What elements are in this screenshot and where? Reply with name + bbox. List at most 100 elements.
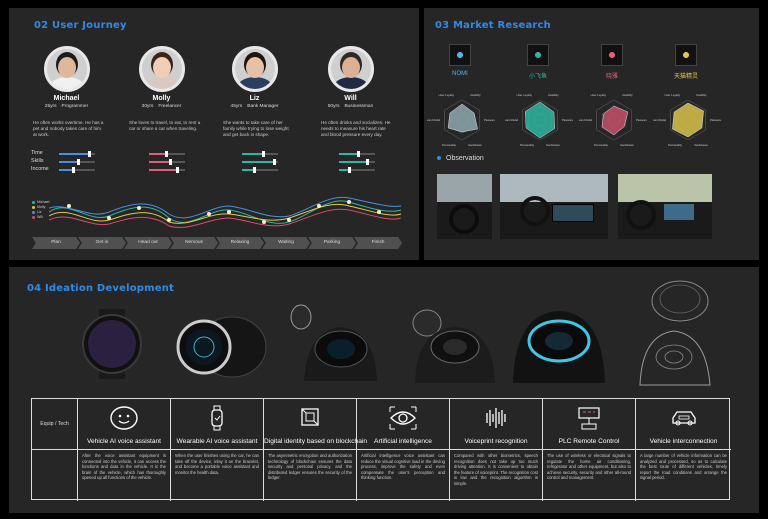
metric-bar [339,151,375,157]
tech-name: Wearable AI voice assistant [176,438,258,445]
metric-bar [242,167,278,173]
metric-bar [149,159,185,165]
metric-label-time: Time [31,150,43,156]
tech-description: Artificial intelligence voice assistant … [357,449,450,501]
observation-photo-dashboard [500,174,608,239]
equip-tech-empty-cell [32,449,78,501]
persona-description: She loves to travel, to eat, to rent a c… [129,120,201,131]
radar-area [447,103,478,133]
brand-name: NOMI [452,71,468,77]
tech-name: Vehicle interconnection [649,438,718,445]
brand-logo [601,44,623,66]
tech-name: Digital identity based on blockchain [264,438,367,445]
journey-stage: Relaxing [216,237,264,249]
car-connect-icon [671,411,696,426]
ideation-panel: 04 Ideation Development Equip / Tech Veh… [9,267,759,513]
radar-axis-label: Usability [696,93,707,97]
radar-axis-label: Success Model [653,118,666,122]
avatar [231,46,278,92]
device-dome-speaker-render [290,304,377,381]
tech-header-cell: PLC Remote Control [543,399,636,449]
tech-name: Voiceprint recognition [464,438,528,445]
radar-axis-label: Pleasure [484,118,495,122]
persona-description: He often drinks and socializes. He needs… [321,120,391,137]
persona-name: Will [344,95,357,102]
journey-stages: Plan Get in Head out Nervous Relaxing Waiting… [32,237,402,249]
persona-age: 45yrs [230,104,243,109]
eye-scan-icon [389,406,417,430]
radar-axis-label: Personality [442,143,456,147]
radar-axis-label: User Loyalty [438,93,454,97]
radar-axis-label: User Loyalty [516,93,532,97]
tech-description: When the user finishes using the car, he… [171,449,264,501]
persona-meta: 45yrs Bank Manager [207,104,302,109]
brand-name: 天猫精灵 [673,74,698,80]
radar-axis-label: Pleasure [562,118,573,122]
tech-header-cell: Vehicle AI voice assistant [78,399,171,449]
journey-stage: Head out [124,237,172,249]
metric-label-income: Income [31,166,49,172]
section-title-user-journey: 02 User Journey [34,20,127,31]
tech-description: The use of wireless or electrical signal… [543,449,636,501]
tech-name: Vehicle AI voice assistant [86,438,162,445]
radar-axis-label: User Loyalty [590,93,606,97]
persona-role: Businessman [344,104,374,109]
tech-header-cell: Voiceprint recognition [450,399,543,449]
metric-bar [242,151,278,157]
voiceprint-icon [486,408,506,428]
journey-stage: Get in [78,237,126,249]
brand-card: 天猫精灵 [656,44,716,80]
journey-stage: Nervous [170,237,218,249]
brand-card: NOMI [430,44,490,77]
radar-area [601,105,629,136]
blockchain-cube-icon [301,408,319,426]
radar-axis-label: Pleasure [636,118,647,122]
brand-logo [527,44,549,66]
tech-header-cell: Vehicle interconnection [636,399,731,449]
persona-name: Molly [152,95,171,102]
avatar [43,46,90,92]
legend-item-will: Will [32,215,49,220]
observation-photo-driver [437,174,492,239]
device-wristband-render [82,309,142,379]
persona-meta: 30yrs Freelancer [114,104,209,109]
journey-stage: Plan [32,237,80,249]
radar-axis-label: User Loyalty [664,93,680,97]
radar-chart: User Loyalty Usability Pleasure Usefulness P… [579,93,647,147]
metric-bar [242,159,278,165]
observation-heading: Observation [437,155,484,162]
radar-axis-label: Success Model [505,118,518,122]
brand-logo [675,44,697,66]
smile-bubble-icon [110,406,138,430]
radar-axis-label: Usefulness [694,143,708,147]
user-journey-panel: 02 User Journey Michael 25yrs Programmer H… [9,8,419,260]
tech-description: Compared with other biometrics, speech r… [450,449,543,501]
radar-axis-label: Usability [548,93,559,97]
radar-axis-label: Personality [668,143,682,147]
tech-header-cell: Artificial intelligence [357,399,450,449]
persona-role: Programmer [61,104,89,109]
avatar [138,46,185,92]
device-dome-open-render [412,309,495,383]
radar-chart: User Loyalty Usability Pleasure Usefulness P… [427,93,495,147]
persona-meta: 50yrs Businessman [303,104,398,109]
smartwatch-icon [211,405,223,431]
radar-axis-label: Usability [470,93,481,97]
radar-chart: User Loyalty Usability Pleasure Usefulness P… [653,93,721,147]
metric-bar [149,167,185,173]
metric-bar [149,151,185,157]
persona-card: Will 50yrs Businessman [303,46,398,109]
observation-photo-screen [618,174,712,239]
equip-tech-label: Equip / Tech [32,399,78,449]
brand-logo [449,44,471,66]
tech-header-cell: Digital identity based on blockchain [264,399,367,449]
journey-stage: Parking [308,237,356,249]
technology-table: Equip / Tech Vehicle AI voice assistant A… [31,398,731,501]
persona-age: 50yrs [327,104,340,109]
persona-role: Freelancer [158,104,182,109]
emotion-curve-michael [49,200,402,224]
radar-axis-label: Usefulness [620,143,634,147]
radar-axis-label: Personality [520,143,534,147]
journey-legend: Michael Molly Liz Will [32,200,49,220]
brand-name: 晓雅 [605,74,618,80]
